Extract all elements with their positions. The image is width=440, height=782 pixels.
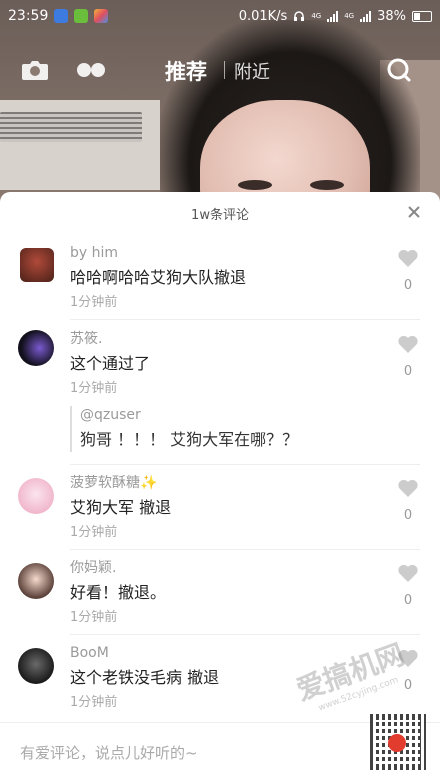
signal-label: 4G xyxy=(344,11,355,20)
divider xyxy=(70,464,420,465)
reply-text: 狗哥 ！！！ 艾狗大军在哪？？ xyxy=(80,430,299,449)
close-icon xyxy=(408,206,420,218)
comment-text: 哈哈啊哈哈艾狗大队撤退 xyxy=(70,268,247,287)
comment-panel-header: 1w条评论 xyxy=(0,192,440,234)
like-button[interactable]: 0 xyxy=(396,248,420,293)
headset-icon xyxy=(294,11,305,21)
comment-item: 苏筱. 这个通过了 1分钟前 0 xyxy=(0,330,440,398)
tab-divider xyxy=(224,61,225,79)
signal-icon xyxy=(360,10,372,22)
reply-quote[interactable]: @qzuser 狗哥 ！！！ 艾狗大军在哪？？ xyxy=(70,406,298,452)
divider xyxy=(70,549,420,550)
battery-percent: 38% xyxy=(377,8,406,24)
comment-time: 1分钟前 xyxy=(70,525,118,540)
like-button[interactable]: 0 xyxy=(396,334,420,379)
status-bar: 23:59 0.01K/s 4G 4G 38% xyxy=(0,0,440,32)
comment-count-title: 1w条评论 xyxy=(191,207,249,223)
network-speed: 0.01K/s xyxy=(238,8,288,24)
top-nav: 推荐 附近 xyxy=(0,50,440,90)
signal-icon xyxy=(327,10,339,22)
heart-icon xyxy=(398,335,418,353)
comment-panel: 1w条评论 by him 哈哈啊哈哈艾狗大队撤退 1分钟前 0 苏筱. 这个通过… xyxy=(0,192,440,782)
avatar[interactable] xyxy=(18,648,54,684)
like-count: 0 xyxy=(403,593,413,608)
divider xyxy=(70,319,420,320)
avatar[interactable] xyxy=(18,330,54,366)
reply-username: @qzuser xyxy=(80,407,141,423)
like-count: 0 xyxy=(403,278,413,293)
comment-time: 1分钟前 xyxy=(70,610,118,625)
like-count: 0 xyxy=(403,508,413,523)
comment-time: 1分钟前 xyxy=(70,295,118,310)
comment-username[interactable]: 你妈颖. xyxy=(70,559,380,577)
comment-text: 艾狗大军 撤退 xyxy=(70,498,172,517)
dots-icon[interactable] xyxy=(76,56,106,84)
heart-icon xyxy=(398,249,418,267)
comment-username[interactable]: 菠萝软酥糖✨ xyxy=(70,474,380,492)
heart-icon xyxy=(398,564,418,582)
notification-app-icon xyxy=(94,9,109,23)
like-count: 0 xyxy=(403,364,413,379)
comment-input-placeholder: 有爱评论，说点儿好听的~ xyxy=(20,744,198,762)
heart-icon xyxy=(398,479,418,497)
avatar[interactable] xyxy=(18,563,54,599)
tab-recommend[interactable]: 推荐 xyxy=(165,56,207,86)
tab-nearby[interactable]: 附近 xyxy=(234,58,270,84)
comment-item: by him 哈哈啊哈哈艾狗大队撤退 1分钟前 0 xyxy=(0,244,440,312)
avatar[interactable] xyxy=(20,248,54,282)
status-time: 23:59 xyxy=(8,8,49,24)
divider xyxy=(70,634,420,635)
signal-label: 4G xyxy=(311,11,322,20)
air-conditioner xyxy=(0,112,142,142)
comment-username[interactable]: 苏筱. xyxy=(70,330,380,348)
right-eye xyxy=(310,180,344,190)
comment-text: 好看！撤退。 xyxy=(70,583,167,602)
left-eye xyxy=(238,180,272,190)
camera-icon[interactable] xyxy=(20,56,50,84)
like-button[interactable]: 0 xyxy=(396,563,420,608)
comment-time: 1分钟前 xyxy=(70,381,118,396)
battery-icon xyxy=(412,10,432,22)
comment-username[interactable]: by him xyxy=(70,244,380,262)
comment-text: 这个通过了 xyxy=(70,354,151,373)
avatar[interactable] xyxy=(18,478,54,514)
like-button[interactable]: 0 xyxy=(396,478,420,523)
comment-item: 你妈颖. 好看！撤退。 1分钟前 0 xyxy=(0,559,440,627)
qr-badge-icon xyxy=(388,734,406,752)
notification-app-icon xyxy=(74,9,89,23)
search-icon[interactable] xyxy=(384,56,414,84)
notification-app-icon xyxy=(54,9,69,23)
comment-item: 菠萝软酥糖✨ 艾狗大军 撤退 1分钟前 0 xyxy=(0,474,440,542)
close-button[interactable] xyxy=(404,202,424,222)
